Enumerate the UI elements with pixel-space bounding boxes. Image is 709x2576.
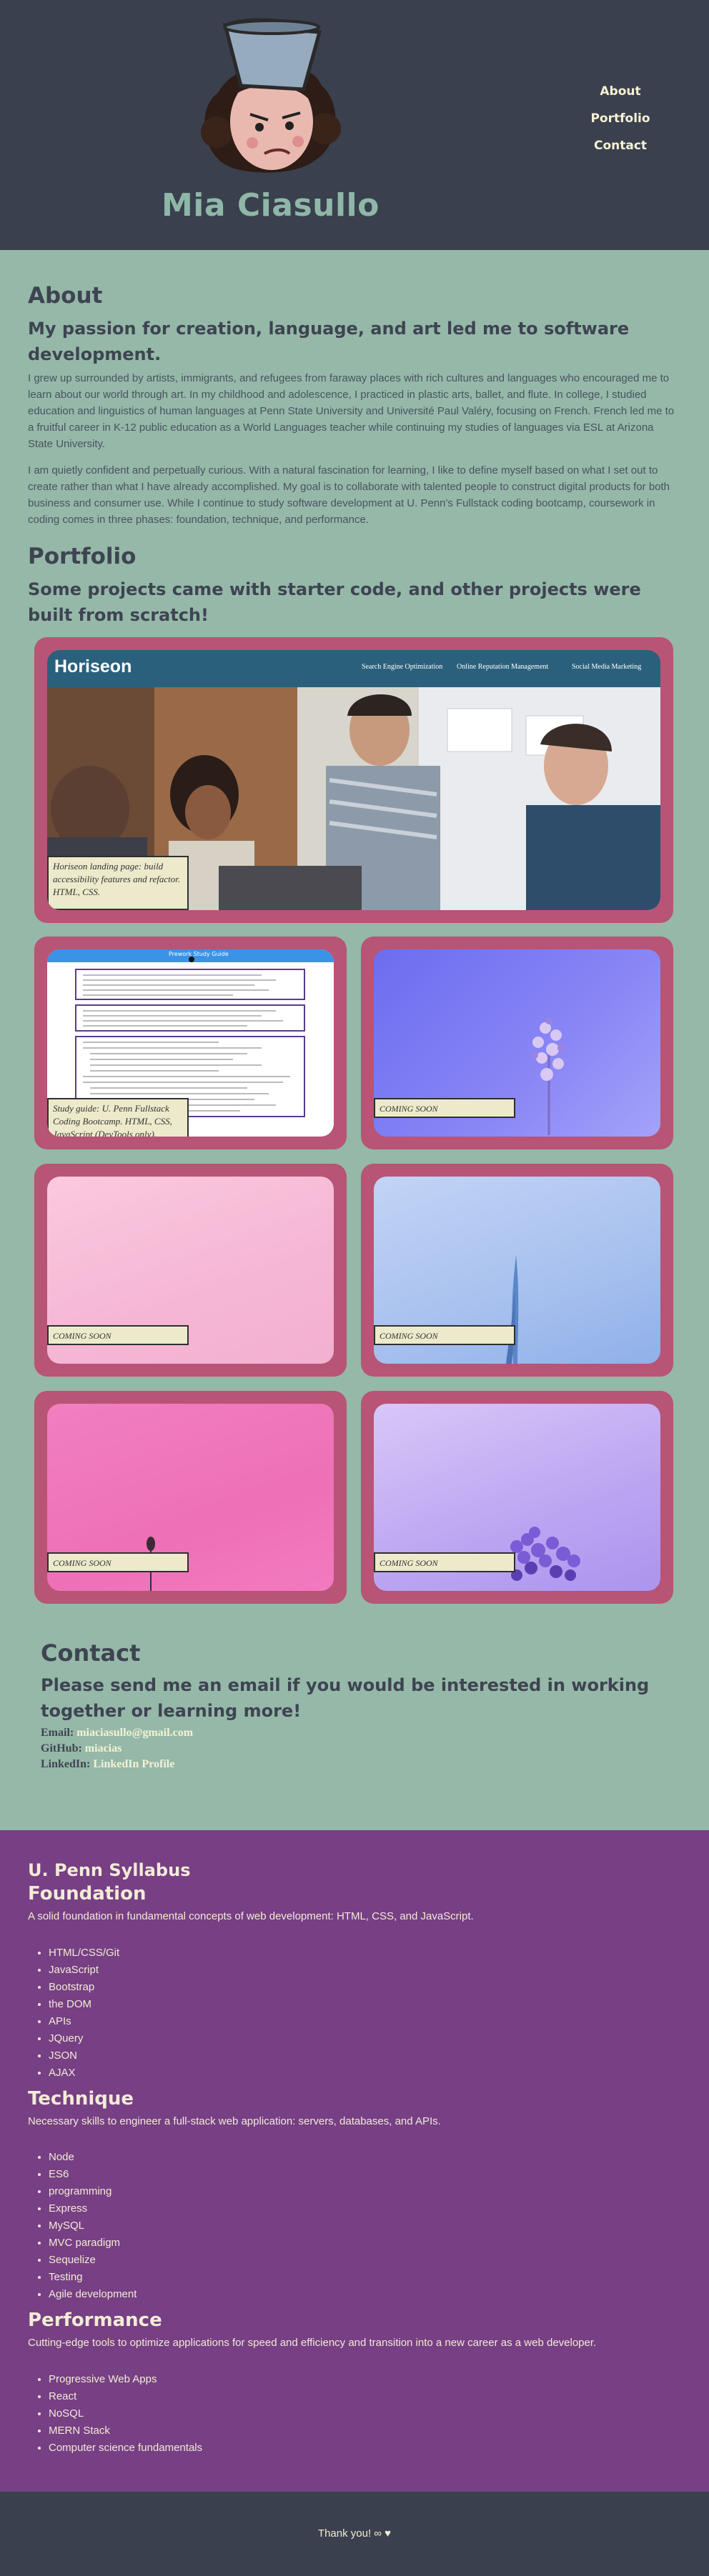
horiseon-header: Horiseon Search Engine Optimization Onli… xyxy=(47,650,660,687)
list-item: MERN Stack xyxy=(49,2422,202,2440)
email-label: Email: xyxy=(41,1727,74,1739)
list-item: HTML/CSS/Git xyxy=(49,1945,119,1962)
list-item: Agile development xyxy=(49,2286,137,2303)
foundation-heading: Foundation xyxy=(28,1883,147,1904)
contact-github-row: GitHub: miacias xyxy=(41,1742,670,1755)
project-card-coming-soon-5[interactable]: COMING SOON xyxy=(361,1391,673,1604)
list-item: AJAX xyxy=(49,2065,119,2082)
project-card-coming-soon-3[interactable]: COMING SOON xyxy=(361,1164,673,1377)
study-guide-caption: Study guide: U. Penn Fullstack Coding Bo… xyxy=(47,1098,189,1137)
contact-heading: Contact xyxy=(41,1639,141,1667)
portfolio-heading: Portfolio xyxy=(28,544,137,569)
list-item: Computer science fundamentals xyxy=(49,2440,202,2457)
coming-soon-label-4: COMING SOON xyxy=(47,1552,189,1572)
email-link[interactable]: miaciasullo@gmail.com xyxy=(76,1727,193,1739)
main-nav: About Portfolio Contact xyxy=(572,84,669,166)
list-item: JavaScript xyxy=(49,1962,119,1979)
performance-list: Progressive Web Apps React NoSQL MERN St… xyxy=(28,2371,202,2457)
placeholder-image-flower: COMING SOON xyxy=(374,949,660,1137)
site-footer: Thank you! ∞ ♥ xyxy=(0,2492,709,2576)
github-label: GitHub: xyxy=(41,1742,82,1754)
list-item: Express xyxy=(49,2200,137,2217)
about-heading: About xyxy=(28,283,103,309)
study-guide-header: Prework Study Guide xyxy=(47,949,334,962)
nav-contact[interactable]: Contact xyxy=(572,139,669,153)
portfolio-section: Portfolio Some projects came with starte… xyxy=(0,528,709,628)
contact-email-row: Email: miaciasullo@gmail.com xyxy=(41,1727,670,1739)
linkedin-label: LinkedIn: xyxy=(41,1758,91,1770)
list-item: programming xyxy=(49,2183,137,2200)
study-guide-title: Prework Study Guide xyxy=(169,951,229,957)
list-item: NoSQL xyxy=(49,2405,202,2422)
placeholder-image-violet: COMING SOON xyxy=(374,1404,660,1591)
violet-flowers-illustration xyxy=(504,1527,580,1581)
list-item: JQuery xyxy=(49,2030,119,2047)
list-item: MVC paradigm xyxy=(49,2235,137,2252)
horiseon-nav-orm: Online Reputation Management xyxy=(457,663,549,671)
placeholder-image-blue: COMING SOON xyxy=(374,1177,660,1364)
list-item: the DOM xyxy=(49,1996,119,2013)
flower-illustration xyxy=(531,1017,565,1135)
placeholder-image-pink: COMING SOON xyxy=(47,1177,334,1364)
footer-text: Thank you! ∞ ♥ xyxy=(317,2527,392,2540)
list-item: Progressive Web Apps xyxy=(49,2371,202,2388)
horiseon-screenshot: Horiseon Search Engine Optimization Onli… xyxy=(47,650,660,910)
placeholder-image-hotpink: COMING SOON xyxy=(47,1404,334,1591)
coming-soon-label-1: COMING SOON xyxy=(374,1098,515,1118)
technique-list: Node ES6 programming Express MySQL MVC p… xyxy=(28,2149,137,2303)
site-name: Mia Ciasullo xyxy=(162,187,380,224)
foundation-list: HTML/CSS/Git JavaScript Bootstrap the DO… xyxy=(28,1945,119,2082)
project-card-horiseon[interactable]: Horiseon Search Engine Optimization Onli… xyxy=(34,637,673,923)
list-item: Bootstrap xyxy=(49,1979,119,1996)
github-link[interactable]: miacias xyxy=(85,1742,122,1754)
project-card-coming-soon-2[interactable]: COMING SOON xyxy=(34,1164,347,1377)
site-header: Mia Ciasullo About Portfolio Contact xyxy=(0,0,709,250)
technique-description: Necessary skills to engineer a full-stac… xyxy=(28,2115,441,2127)
portfolio-subheading: Some projects came with starter code, an… xyxy=(28,579,641,625)
list-item: MySQL xyxy=(49,2217,137,2235)
project-card-coming-soon-4[interactable]: COMING SOON xyxy=(34,1391,347,1604)
horiseon-caption: Horiseon landing page: build accessibili… xyxy=(47,856,189,910)
coming-soon-label-2: COMING SOON xyxy=(47,1325,189,1345)
about-section: About My passion for creation, language,… xyxy=(0,250,709,528)
coming-soon-label-3: COMING SOON xyxy=(374,1325,515,1345)
about-paragraph-2: I am quietly confident and perpetually c… xyxy=(28,464,670,526)
list-item: APIs xyxy=(49,2013,119,2030)
contact-linkedin-row: LinkedIn: LinkedIn Profile xyxy=(41,1758,670,1771)
project-card-study-guide[interactable]: Prework Study Guide Study guide: U. Penn… xyxy=(34,937,347,1149)
avatar xyxy=(201,18,341,173)
coming-soon-label-5: COMING SOON xyxy=(374,1552,515,1572)
contact-section: Contact Please send me an email if you w… xyxy=(41,1639,670,1771)
technique-heading: Technique xyxy=(28,2088,134,2110)
nav-about[interactable]: About xyxy=(572,84,669,99)
linkedin-link[interactable]: LinkedIn Profile xyxy=(93,1758,174,1770)
list-item: Sequelize xyxy=(49,2252,137,2269)
study-guide-logo-icon xyxy=(189,957,194,962)
horiseon-brand: Horiseon xyxy=(54,657,132,677)
performance-description: Cutting-edge tools to optimize applicati… xyxy=(28,2337,597,2349)
performance-heading: Performance xyxy=(28,2310,162,2331)
list-item: ES6 xyxy=(49,2166,137,2183)
contact-subheading: Please send me an email if you would be … xyxy=(41,1675,650,1721)
syllabus-title: U. Penn Syllabus xyxy=(28,1860,191,1880)
list-item: React xyxy=(49,2388,202,2405)
about-paragraph-1: I grew up surrounded by artists, immigra… xyxy=(28,372,675,450)
foundation-description: A solid foundation in fundamental concep… xyxy=(28,1910,474,1922)
horiseon-nav-smm: Social Media Marketing xyxy=(572,663,642,671)
list-item: JSON xyxy=(49,2047,119,2065)
syllabus-section: U. Penn Syllabus Foundation A solid foun… xyxy=(0,1830,709,2492)
list-item: Testing xyxy=(49,2269,137,2286)
study-guide-screenshot: Prework Study Guide Study guide: U. Penn… xyxy=(47,949,334,1137)
project-card-coming-soon-1[interactable]: COMING SOON xyxy=(361,937,673,1149)
horiseon-nav-seo: Search Engine Optimization xyxy=(362,663,443,671)
about-subheading: My passion for creation, language, and a… xyxy=(28,319,630,364)
grass-illustration xyxy=(506,1255,519,1364)
nav-portfolio[interactable]: Portfolio xyxy=(572,111,669,126)
list-item: Node xyxy=(49,2149,137,2166)
